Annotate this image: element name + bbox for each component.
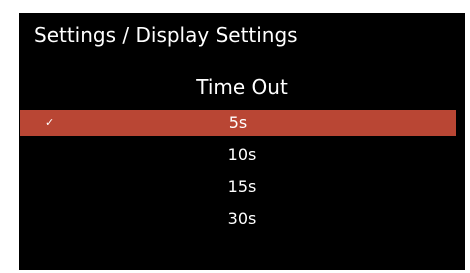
option-10s[interactable]: 10s [19, 142, 465, 168]
page-title: Time Out [196, 75, 288, 99]
option-label: 5s [228, 113, 248, 132]
option-5s[interactable]: ✓ 5s [20, 110, 456, 136]
checkmark-icon: ✓ [45, 116, 55, 129]
option-30s[interactable]: 30s [19, 206, 465, 232]
option-label: 30s [227, 209, 257, 228]
settings-screen: Settings / Display Settings Time Out ✓ 5… [19, 13, 465, 270]
option-label: 15s [227, 177, 257, 196]
option-label: 10s [227, 145, 257, 164]
breadcrumb: Settings / Display Settings [34, 23, 298, 47]
timeout-options-list: ✓ 5s 10s 15s 30s [19, 110, 465, 238]
option-15s[interactable]: 15s [19, 174, 465, 200]
